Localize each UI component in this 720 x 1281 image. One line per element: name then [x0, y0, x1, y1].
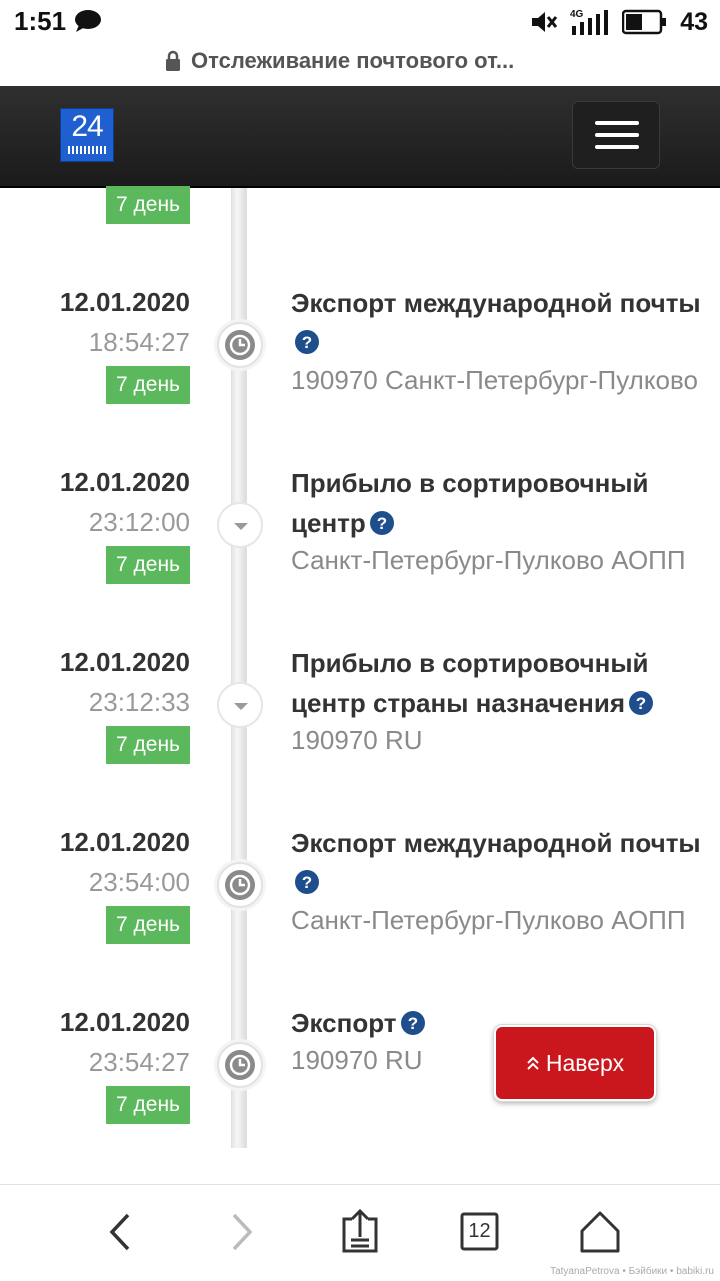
event-time: 23:54:00	[88, 867, 190, 897]
event-date: 12.01.2020	[59, 287, 190, 317]
svg-text:?: ?	[302, 333, 312, 352]
chevron-right-icon	[232, 1213, 253, 1251]
day-badge: 7 день	[106, 1086, 190, 1124]
tabs-button[interactable]: 12	[450, 1207, 510, 1257]
event-location: Санкт-Петербург-Пулково АОПП	[291, 545, 686, 575]
event-location: 190970 Санкт-Петербург-Пулково	[291, 365, 698, 395]
clock-icon	[217, 1042, 263, 1088]
scroll-top-label: Наверх	[545, 1049, 625, 1076]
page-title: Отслеживание почтового от...	[191, 48, 515, 73]
barcode-icon	[68, 146, 106, 154]
back-button[interactable]	[90, 1207, 150, 1257]
svg-text:?: ?	[377, 514, 387, 533]
arrow-down-icon	[217, 682, 263, 728]
svg-text:?: ?	[302, 873, 312, 892]
share-button[interactable]	[330, 1207, 390, 1257]
event-title-line-2: центр страны назначения ?	[291, 683, 653, 723]
event-title-line-2: центр ?	[291, 503, 394, 543]
browser-bottom-nav: 12 TatyanaPetrova • Бэйбики • babiki.ru	[0, 1184, 720, 1281]
clock-icon	[217, 322, 263, 368]
clock-icon	[217, 862, 263, 908]
event-time: 18:54:27	[88, 327, 190, 357]
event-date: 12.01.2020	[59, 827, 190, 857]
logo-text: 24	[71, 110, 103, 143]
forward-button[interactable]	[212, 1207, 272, 1257]
help-icon[interactable]: ?	[369, 511, 394, 535]
status-time: 1:51	[14, 6, 67, 36]
event-date: 12.01.2020	[59, 1007, 190, 1037]
event-location: 190970 RU	[291, 1045, 423, 1075]
svg-text:?: ?	[636, 694, 646, 713]
event-title: Прибыло в сортировочный	[291, 648, 649, 678]
svg-text:4G: 4G	[570, 9, 584, 20]
battery-icon	[622, 9, 667, 35]
help-icon[interactable]: ?	[400, 1011, 425, 1035]
event-time: 23:12:33	[88, 687, 190, 717]
event-title: Прибыло в сортировочный	[291, 468, 649, 498]
day-badge: 7 день	[106, 906, 190, 944]
status-bar: 1:51 4G 43	[0, 0, 720, 44]
site-header: 24	[0, 86, 720, 188]
event-location: Санкт-Петербург-Пулково АОПП	[291, 905, 686, 935]
share-icon	[342, 1208, 378, 1253]
event-title: Экспорт международной почты	[291, 828, 701, 858]
event-title: Экспорт международной почты	[291, 288, 701, 318]
tabs-count: 12	[468, 1220, 491, 1242]
signal-4g-icon: 4G	[570, 9, 609, 35]
watermark: TatyanaPetrova • Бэйбики • babiki.ru	[550, 1266, 714, 1277]
scroll-top-button[interactable]: Наверх	[494, 1025, 656, 1101]
mute-icon	[532, 12, 558, 32]
event-location: 190970 RU	[291, 725, 423, 755]
chevron-left-icon	[109, 1213, 130, 1251]
svg-text:?: ?	[407, 1014, 417, 1033]
battery-level: 43	[680, 7, 708, 36]
double-chevron-up-icon	[527, 1056, 539, 1070]
home-button[interactable]	[570, 1207, 630, 1257]
event-title: Экспорт ?	[291, 1003, 425, 1043]
day-badge: 7 день	[106, 546, 190, 584]
help-icon[interactable]: ?	[295, 330, 319, 354]
help-icon[interactable]: ?	[295, 870, 319, 894]
message-icon	[75, 10, 101, 32]
hamburger-menu-button[interactable]	[572, 101, 660, 169]
help-icon[interactable]: ?	[629, 691, 653, 715]
event-date: 12.01.2020	[59, 467, 190, 497]
home-icon	[580, 1211, 620, 1253]
event-time: 23:12:00	[88, 507, 190, 537]
day-badge: 7 день	[106, 366, 190, 404]
arrow-down-icon	[217, 502, 263, 548]
event-date: 12.01.2020	[59, 647, 190, 677]
event-time: 23:54:27	[88, 1047, 190, 1077]
lock-icon	[166, 50, 180, 71]
site-logo[interactable]: 24	[60, 108, 114, 162]
day-badge: 7 день	[106, 726, 190, 764]
url-bar[interactable]: Отслеживание почтового от...	[0, 44, 720, 86]
day-badge: 7 день	[106, 186, 190, 224]
